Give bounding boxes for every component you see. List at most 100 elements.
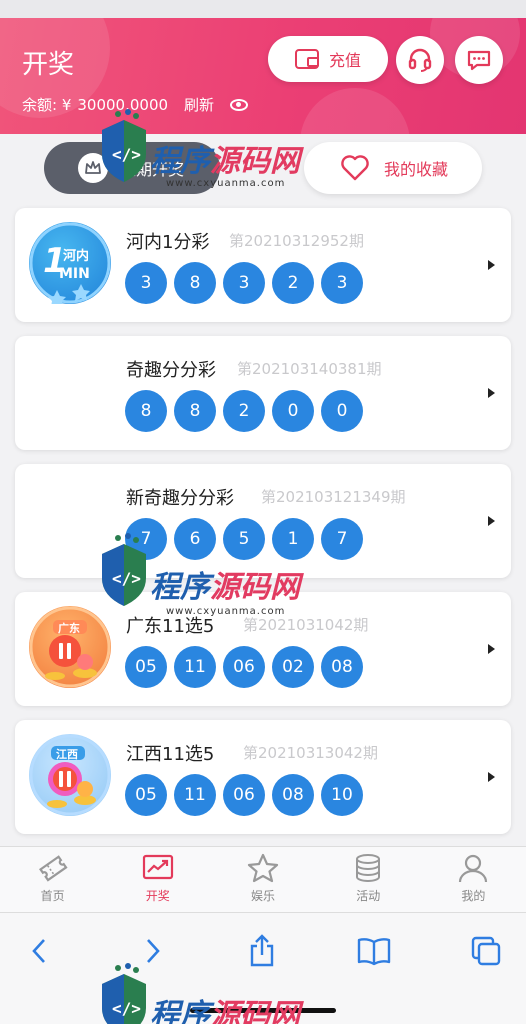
number-ball: 08 [272, 774, 314, 816]
share-button[interactable] [240, 931, 284, 971]
draw-numbers: 05 11 06 08 10 [125, 774, 363, 816]
chat-bubble-icon [467, 50, 491, 71]
chevron-left-icon [32, 939, 45, 963]
tab-mine[interactable]: 我的 [421, 847, 526, 912]
message-button[interactable] [455, 36, 503, 84]
headset-icon [408, 48, 432, 72]
number-ball: 11 [174, 646, 216, 688]
tab-results-label: 开奖 [145, 889, 170, 903]
tab-favorites-label: 我的收藏 [384, 160, 449, 179]
watermark-text-b: 源码网 [210, 144, 300, 179]
tab-home[interactable]: 首页 [0, 847, 105, 912]
tab-home-label: 首页 [40, 889, 65, 903]
trend-chart-icon [142, 854, 173, 880]
lottery-name: 江西11选5 [126, 744, 215, 765]
lottery-name: 新奇趣分分彩 [126, 488, 234, 509]
lottery-issue: 第2021031042期 [243, 616, 369, 634]
number-ball: 2 [223, 390, 265, 432]
number-ball: 3 [321, 262, 363, 304]
recharge-label: 充值 [328, 51, 361, 70]
eye-icon[interactable] [230, 98, 249, 111]
lottery-name: 奇趣分分彩 [126, 360, 216, 381]
lottery-issue: 第202103121349期 [261, 488, 406, 506]
lottery-card[interactable]: 新奇趣分分彩 第202103121349期 7 6 5 1 7 [15, 464, 511, 578]
number-ball: 7 [321, 518, 363, 560]
wallet-icon [294, 49, 319, 69]
tab-activities-label: 活动 [356, 889, 381, 903]
number-ball: 0 [321, 390, 363, 432]
draw-numbers: 7 6 5 1 7 [125, 518, 363, 560]
tab-mine-label: 我的 [461, 889, 486, 903]
tab-favorites[interactable]: 我的收藏 [304, 142, 482, 194]
number-ball: 3 [223, 262, 265, 304]
number-ball: 2 [272, 262, 314, 304]
number-ball: 08 [321, 646, 363, 688]
lottery-name: 广东11选5 [126, 616, 215, 637]
balance-label: 余额: ¥ [22, 96, 72, 114]
book-icon [357, 938, 391, 966]
chevron-right-icon [488, 516, 495, 526]
guangdong-11x5-logo: 广东 [29, 606, 111, 688]
number-ball: 1 [272, 518, 314, 560]
number-ball: 8 [174, 262, 216, 304]
recharge-button[interactable]: 充值 [268, 36, 388, 82]
number-ball: 05 [125, 774, 167, 816]
share-icon [250, 934, 274, 967]
chevron-right-icon [488, 772, 495, 782]
draw-numbers: 05 11 06 02 08 [125, 646, 363, 688]
svg-text:江西: 江西 [56, 747, 78, 761]
jiangxi-11x5-logo: 江西 [29, 734, 111, 816]
lottery-card[interactable]: 1 河内 MIN 河内1分彩 第20210312952期 3 8 3 2 3 [15, 208, 511, 322]
page-title: 开奖 [22, 50, 75, 80]
lottery-issue: 第20210312952期 [229, 232, 364, 250]
chevron-right-icon [488, 644, 495, 654]
star-icon [247, 853, 279, 883]
tab-activities[interactable]: 活动 [316, 847, 421, 912]
draw-numbers: 8 8 2 0 0 [125, 390, 363, 432]
bottom-tab-bar: 首页 开奖 娱乐 活动 我的 [0, 846, 526, 912]
number-ball: 8 [125, 390, 167, 432]
svg-text:河内: 河内 [63, 248, 89, 264]
svg-text:MIN: MIN [59, 266, 90, 282]
tab-recent-label: 近期开奖 [120, 160, 185, 179]
chevron-right-icon [147, 939, 160, 963]
lottery-card[interactable]: 广东 广东11选5 第2021031042期 05 11 06 02 08 [15, 592, 511, 706]
chevron-right-icon [488, 260, 495, 270]
number-ball: 7 [125, 518, 167, 560]
tab-entertainment-label: 娱乐 [251, 889, 276, 903]
back-button[interactable] [18, 931, 62, 971]
crown-icon [78, 153, 108, 183]
number-ball: 10 [321, 774, 363, 816]
tab-entertainment[interactable]: 娱乐 [210, 847, 315, 912]
forward-button[interactable] [130, 931, 174, 971]
home-indicator [190, 1008, 336, 1013]
lottery-card[interactable]: 奇趣分分彩 第202103140381期 8 8 2 0 0 [15, 336, 511, 450]
tab-recent-draws[interactable]: 近期开奖 [44, 142, 220, 194]
number-ball: 5 [223, 518, 265, 560]
lottery-card[interactable]: 江西 江西11选5 第20210313042期 05 11 06 08 10 [15, 720, 511, 834]
number-ball: 06 [223, 774, 265, 816]
balance-row: 余额: ¥ 30000.0000 刷新 [22, 94, 249, 115]
ticket-icon [38, 855, 68, 882]
number-ball: 05 [125, 646, 167, 688]
lottery-issue: 第202103140381期 [237, 360, 382, 378]
header: 开奖 余额: ¥ 30000.0000 刷新 充值 [0, 18, 526, 134]
tab-results[interactable]: 开奖 [105, 847, 210, 912]
number-ball: 0 [272, 390, 314, 432]
user-icon [459, 854, 488, 883]
chevron-right-icon [488, 388, 495, 398]
customer-service-button[interactable] [396, 36, 444, 84]
number-ball: 8 [174, 390, 216, 432]
decor-bubble [300, 88, 410, 134]
number-ball: 11 [174, 774, 216, 816]
tabs-button[interactable] [464, 931, 508, 971]
lottery-issue: 第20210313042期 [243, 744, 378, 762]
lottery-name: 河内1分彩 [126, 232, 210, 253]
svg-text:广东: 广东 [58, 621, 80, 635]
refresh-button[interactable]: 刷新 [184, 94, 214, 115]
balance-value: 30000.0000 [77, 95, 169, 114]
number-ball: 6 [174, 518, 216, 560]
bookmarks-button[interactable] [352, 931, 396, 971]
number-ball: 06 [223, 646, 265, 688]
hanoi-1min-logo: 1 河内 MIN [29, 222, 111, 307]
